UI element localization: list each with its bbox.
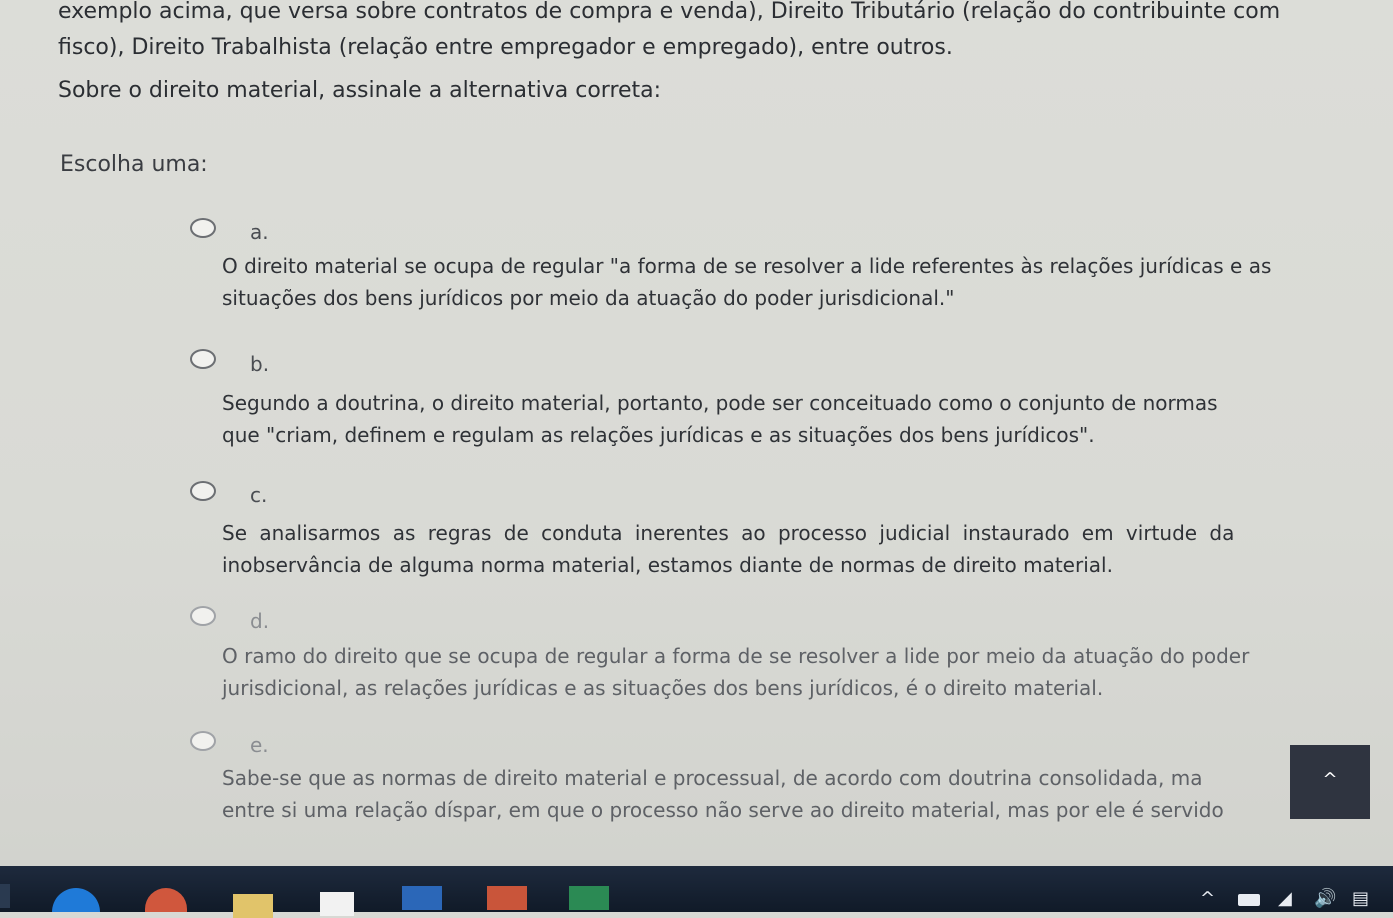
tray-chevron-icon[interactable]: ^	[1200, 888, 1215, 910]
option-e-line-1: Sabe-se que as normas de direito materia…	[222, 766, 1203, 790]
option-text-c[interactable]: Se analisarmos as regras de conduta iner…	[222, 517, 1393, 581]
option-letter-d: d.	[250, 609, 270, 633]
option-b-line-2: que "criam, definem e regulam as relaçõe…	[222, 423, 1095, 447]
option-letter-e: e.	[250, 733, 269, 757]
word-icon[interactable]	[402, 886, 442, 910]
notification-icon[interactable]: ▤	[1352, 888, 1369, 910]
option-text-b[interactable]: Segundo a doutrina, o direito material, …	[222, 387, 1393, 451]
scroll-to-top-button[interactable]: ^	[1290, 745, 1370, 819]
store-icon[interactable]	[320, 892, 354, 916]
option-text-a[interactable]: O direito material se ocupa de regular "…	[222, 250, 1393, 314]
chrome-browser-icon[interactable]	[145, 888, 187, 912]
option-b-line-1: Segundo a doutrina, o direito material, …	[222, 391, 1218, 415]
option-letter-b: b.	[250, 352, 270, 376]
file-explorer-icon[interactable]	[233, 894, 273, 918]
option-a-line-2: situações dos bens jurídicos por meio da…	[222, 286, 955, 310]
radio-e[interactable]	[190, 731, 216, 751]
volume-icon[interactable]: 🔊	[1314, 888, 1336, 910]
taskbar-edge-icon[interactable]	[0, 884, 10, 908]
option-d-line-2: jurisdicional, as relações jurídicas e a…	[222, 676, 1104, 700]
question-text: Sobre o direito material, assinale a alt…	[58, 78, 662, 103]
option-c-line-1: Se analisarmos as regras de conduta iner…	[222, 521, 1235, 545]
edge-browser-icon[interactable]	[52, 888, 100, 912]
option-text-e[interactable]: Sabe-se que as normas de direito materia…	[222, 762, 1393, 826]
radio-b[interactable]	[190, 349, 216, 369]
intro-text: exemplo acima, que versa sobre contratos…	[58, 0, 1393, 66]
radio-d[interactable]	[190, 606, 216, 626]
option-letter-c: c.	[250, 483, 268, 507]
chevron-up-icon: ^	[1322, 769, 1338, 790]
wifi-icon[interactable]: ◢	[1278, 888, 1292, 910]
radio-c[interactable]	[190, 481, 216, 501]
battery-icon[interactable]	[1238, 894, 1260, 906]
powerpoint-icon[interactable]	[487, 886, 527, 910]
quiz-page: exemplo acima, que versa sobre contratos…	[0, 0, 1393, 866]
option-d-line-1: O ramo do direito que se ocupa de regula…	[222, 644, 1250, 668]
intro-line-2: fisco), Direito Trabalhista (relação ent…	[58, 35, 953, 60]
radio-a[interactable]	[190, 218, 216, 238]
option-text-d[interactable]: O ramo do direito que se ocupa de regula…	[222, 640, 1393, 704]
taskbar: ^ ◢ 🔊 ▤	[0, 866, 1393, 918]
choose-label: Escolha uma:	[60, 152, 208, 177]
option-c-line-2: inobservância de alguma norma material, …	[222, 553, 1113, 577]
option-a-line-1: O direito material se ocupa de regular "…	[222, 254, 1272, 278]
option-e-line-2: entre si uma relação díspar, em que o pr…	[222, 798, 1224, 822]
excel-icon[interactable]	[569, 886, 609, 910]
intro-line-1: exemplo acima, que versa sobre contratos…	[58, 0, 1281, 24]
option-letter-a: a.	[250, 220, 269, 244]
